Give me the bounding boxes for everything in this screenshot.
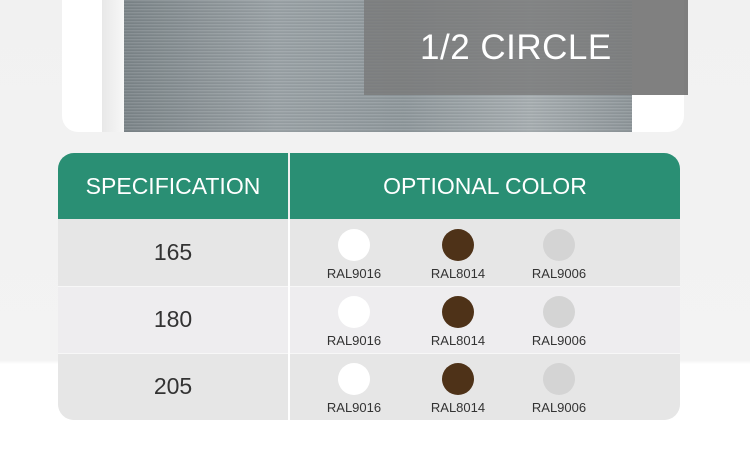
header-specification: SPECIFICATION bbox=[85, 173, 261, 199]
color-option: RAL9006 bbox=[529, 229, 589, 281]
color-swatch bbox=[338, 363, 370, 395]
color-swatch bbox=[442, 229, 474, 261]
row-divider bbox=[288, 286, 290, 353]
table-row: 180 RAL9016 RAL8014 RAL9006 bbox=[58, 286, 680, 353]
color-option: RAL9006 bbox=[529, 363, 589, 415]
color-swatch bbox=[543, 363, 575, 395]
color-code: RAL8014 bbox=[430, 400, 486, 415]
color-swatch bbox=[543, 229, 575, 261]
color-swatch bbox=[338, 296, 370, 328]
color-code: RAL9006 bbox=[531, 266, 587, 281]
color-code: RAL9016 bbox=[326, 400, 382, 415]
color-option: RAL8014 bbox=[428, 363, 488, 415]
row-divider bbox=[288, 353, 290, 420]
table-header: SPECIFICATION OPTIONAL COLOR bbox=[58, 153, 680, 219]
color-swatch bbox=[338, 229, 370, 261]
spec-value: 180 bbox=[153, 306, 193, 332]
spec-value: 165 bbox=[153, 239, 193, 265]
color-swatch bbox=[442, 296, 474, 328]
color-code: RAL8014 bbox=[430, 333, 486, 348]
overlay-shade bbox=[632, 0, 688, 95]
color-swatch bbox=[543, 296, 575, 328]
color-option: RAL8014 bbox=[428, 296, 488, 348]
color-code: RAL9006 bbox=[531, 333, 587, 348]
color-code: RAL8014 bbox=[430, 266, 486, 281]
product-label: 1/2 CIRCLE bbox=[420, 28, 612, 67]
table-row: 205 RAL9016 RAL8014 RAL9006 bbox=[58, 353, 680, 420]
color-option: RAL8014 bbox=[428, 229, 488, 281]
color-option: RAL9006 bbox=[529, 296, 589, 348]
color-code: RAL9006 bbox=[531, 400, 587, 415]
color-swatch bbox=[442, 363, 474, 395]
table-row: 165 RAL9016 RAL8014 RAL9006 bbox=[58, 219, 680, 286]
row-divider bbox=[288, 219, 290, 286]
photo-frame-edge bbox=[102, 0, 124, 132]
color-option: RAL9016 bbox=[324, 363, 384, 415]
color-code: RAL9016 bbox=[326, 266, 382, 281]
header-optional-color: OPTIONAL COLOR bbox=[383, 173, 587, 199]
color-option: RAL9016 bbox=[324, 296, 384, 348]
color-option: RAL9016 bbox=[324, 229, 384, 281]
specification-table: SPECIFICATION OPTIONAL COLOR 165 RAL9016… bbox=[58, 153, 680, 420]
color-code: RAL9016 bbox=[326, 333, 382, 348]
spec-value: 205 bbox=[153, 373, 193, 399]
